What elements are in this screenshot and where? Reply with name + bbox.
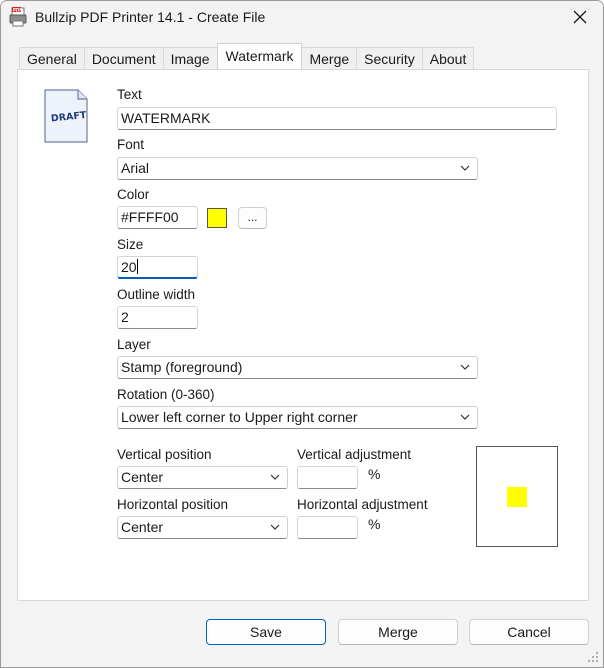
close-button[interactable] xyxy=(557,1,603,33)
chevron-down-icon xyxy=(460,364,470,370)
watermark-preview xyxy=(476,446,558,547)
text-label: Text xyxy=(117,87,142,102)
font-select-value: Arial xyxy=(121,160,150,176)
window-title: Bullzip PDF Printer 14.1 - Create File xyxy=(35,9,266,25)
rotation-label: Rotation (0-360) xyxy=(117,387,215,402)
chevron-down-icon xyxy=(270,524,280,530)
chevron-down-icon xyxy=(460,165,470,171)
tab-watermark[interactable]: Watermark xyxy=(216,43,303,69)
horizontal-position-select[interactable]: Center xyxy=(117,516,288,539)
horizontal-position-value: Center xyxy=(121,519,164,535)
watermark-panel: DRAFT Text WATERMARK Font Arial Color #F… xyxy=(17,69,589,601)
draft-document-icon: DRAFT xyxy=(44,89,88,143)
size-label: Size xyxy=(117,237,144,252)
horizontal-adjustment-input[interactable] xyxy=(297,516,358,539)
pdf-printer-icon: PDF xyxy=(9,7,27,27)
size-value: 20 xyxy=(121,259,137,275)
horizontal-position-label: Horizontal position xyxy=(117,497,229,512)
vertical-position-value: Center xyxy=(121,469,164,485)
dialog-window: PDF Bullzip PDF Printer 14.1 - Create Fi… xyxy=(0,0,604,668)
watermark-text-input[interactable]: WATERMARK xyxy=(117,107,557,130)
save-button[interactable]: Save xyxy=(206,619,326,645)
close-icon xyxy=(573,10,587,24)
vertical-position-select[interactable]: Center xyxy=(117,466,288,489)
vertical-adjustment-unit: % xyxy=(368,466,381,482)
horizontal-adjustment-unit: % xyxy=(368,516,381,532)
horizontal-adjustment-label: Horizontal adjustment xyxy=(297,497,428,512)
color-label: Color xyxy=(117,187,150,202)
size-input[interactable]: 20 xyxy=(117,256,198,279)
color-picker-button[interactable]: ... xyxy=(238,207,267,229)
font-select[interactable]: Arial xyxy=(117,157,478,180)
cancel-button[interactable]: Cancel xyxy=(469,619,589,645)
outline-width-input[interactable]: 2 xyxy=(117,306,198,329)
vertical-adjustment-label: Vertical adjustment xyxy=(297,447,412,462)
title-bar: PDF Bullzip PDF Printer 14.1 - Create Fi… xyxy=(1,1,603,35)
svg-text:PDF: PDF xyxy=(13,7,22,12)
preview-watermark-mark xyxy=(507,487,527,507)
layer-label: Layer xyxy=(117,337,151,352)
color-input[interactable]: #FFFF00 xyxy=(117,206,198,229)
tab-security[interactable]: Security xyxy=(356,47,423,70)
text-caret xyxy=(136,259,138,274)
tab-merge[interactable]: Merge xyxy=(301,47,358,70)
chevron-down-icon xyxy=(270,474,280,480)
rotation-select-value: Lower left corner to Upper right corner xyxy=(121,409,358,425)
tab-image[interactable]: Image xyxy=(162,47,218,70)
chevron-down-icon xyxy=(460,414,470,420)
vertical-adjustment-input[interactable] xyxy=(297,466,358,489)
tab-general[interactable]: General xyxy=(19,47,85,70)
tab-strip: General Document Image Watermark Merge S… xyxy=(19,43,475,70)
vertical-position-label: Vertical position xyxy=(117,447,212,462)
outline-width-label: Outline width xyxy=(117,287,196,302)
layer-select-value: Stamp (foreground) xyxy=(121,359,243,375)
resize-grip-icon[interactable] xyxy=(587,651,599,663)
color-swatch[interactable] xyxy=(207,208,227,228)
tab-about[interactable]: About xyxy=(421,47,475,70)
merge-button[interactable]: Merge xyxy=(338,619,458,645)
font-label: Font xyxy=(117,137,145,152)
rotation-select[interactable]: Lower left corner to Upper right corner xyxy=(117,406,478,429)
layer-select[interactable]: Stamp (foreground) xyxy=(117,356,478,379)
tab-document[interactable]: Document xyxy=(83,47,164,70)
